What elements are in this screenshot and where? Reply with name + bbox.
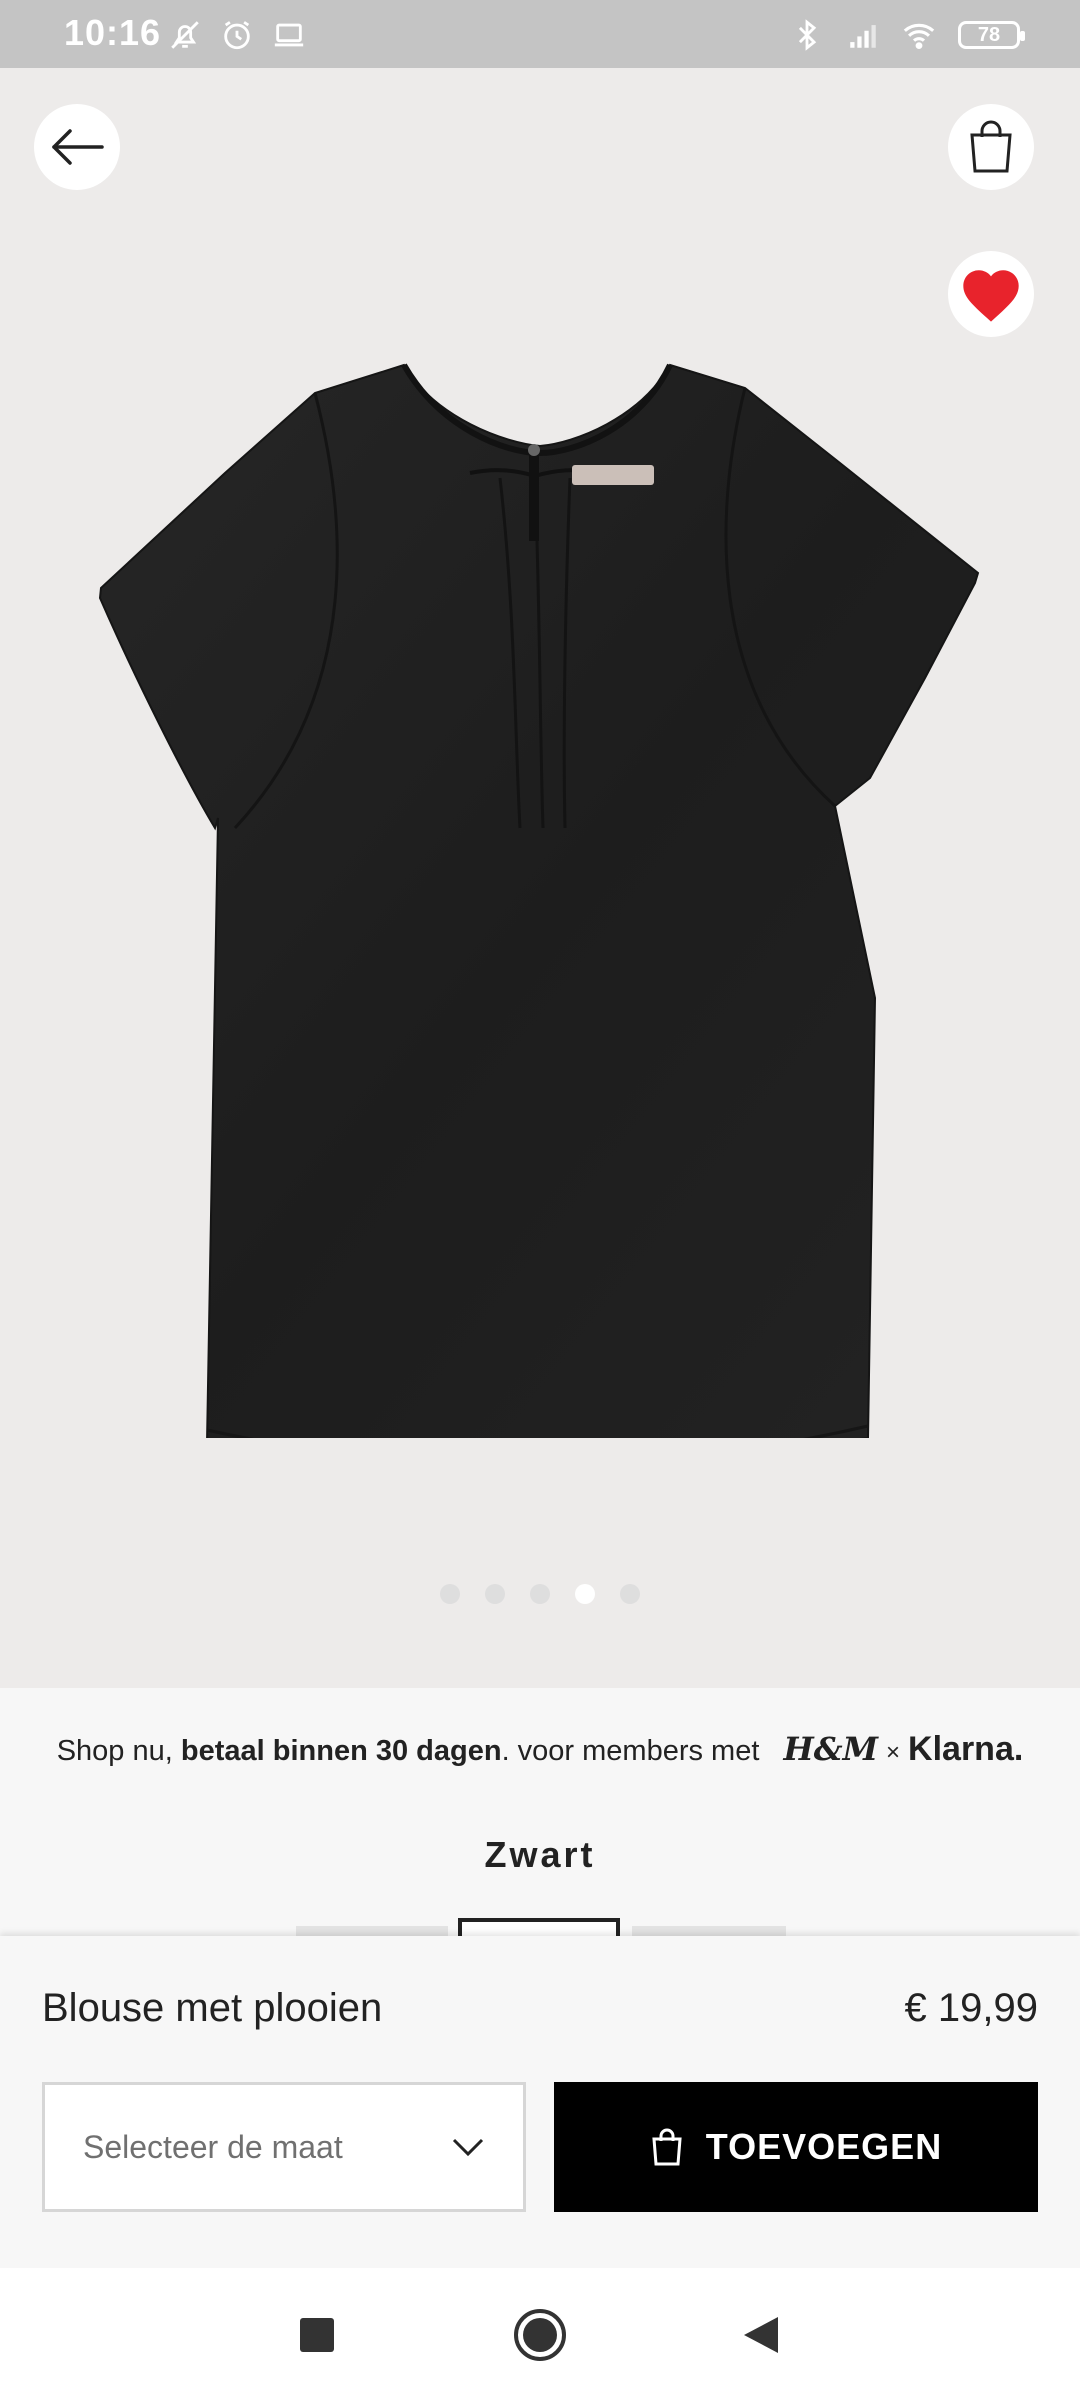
favorite-button[interactable] — [948, 251, 1034, 337]
laptop-icon — [274, 23, 304, 47]
klarna-promo-banner[interactable]: Shop nu, betaal binnen 30 dagen. voor me… — [0, 1730, 1080, 1769]
alarm-icon — [224, 21, 250, 50]
status-bar: 10:16 78 — [0, 0, 1080, 68]
battery-icon: 78 — [958, 21, 1025, 49]
size-select[interactable]: Selecteer de maat — [42, 2082, 526, 2212]
hm-logo: H&M — [783, 1730, 879, 1768]
bluetooth-icon — [798, 19, 817, 51]
shopping-bag-icon — [652, 2128, 682, 2166]
product-price: € 19,99 — [904, 1986, 1038, 2030]
size-select-placeholder: Selecteer de maat — [83, 2128, 343, 2165]
promo-bold: betaal binnen 30 dagen — [180, 1735, 502, 1767]
shopping-bag-icon — [970, 120, 1012, 173]
triangle-back-icon — [744, 2317, 778, 2353]
product-name: Blouse met plooien — [42, 1986, 383, 2030]
battery-level: 78 — [977, 23, 1001, 46]
promo-suffix: . voor members met — [501, 1735, 760, 1767]
blouse-product-image — [98, 363, 980, 1438]
status-time: 10:16 — [64, 12, 162, 53]
purchase-panel: Blouse met plooien € 19,99 Selecteer de … — [0, 1936, 1080, 2268]
carousel-dot[interactable] — [620, 1584, 640, 1604]
add-to-bag-label: TOEVOEGEN — [705, 2126, 943, 2167]
carousel-dot[interactable] — [440, 1584, 460, 1604]
back-button[interactable] — [34, 104, 120, 190]
add-to-bag-button[interactable]: TOEVOEGEN — [554, 2082, 1038, 2212]
status-left-icons — [168, 18, 306, 52]
product-image-carousel[interactable] — [0, 68, 1080, 1688]
home-button[interactable] — [513, 2308, 567, 2362]
color-swatch-selected[interactable] — [458, 1918, 620, 1938]
signal-icon — [850, 25, 876, 48]
home-circle-icon — [514, 2309, 566, 2361]
promo-times: × — [886, 1739, 901, 1766]
status-right-icons: 78 — [790, 18, 1025, 52]
klarna-logo: Klarna. — [908, 1730, 1024, 1768]
square-icon — [300, 2318, 334, 2352]
arrow-left-icon — [52, 129, 104, 165]
wifi-icon — [903, 23, 935, 50]
recents-button[interactable] — [290, 2308, 344, 2362]
chevron-down-icon — [452, 2138, 484, 2157]
carousel-indicators[interactable] — [0, 1584, 1080, 1604]
promo-prefix: Shop nu, — [56, 1735, 173, 1767]
mute-bell-icon — [171, 21, 199, 49]
carousel-dot-active[interactable] — [575, 1584, 595, 1604]
carousel-dot[interactable] — [485, 1584, 505, 1604]
navigation-bar — [0, 2268, 1080, 2400]
heart-icon — [963, 270, 1019, 322]
selected-color-name: Zwart — [484, 1834, 596, 1875]
shopping-bag-button[interactable] — [948, 104, 1034, 190]
color-swatches — [296, 1918, 786, 1938]
carousel-dot[interactable] — [530, 1584, 550, 1604]
back-nav-button[interactable] — [734, 2308, 788, 2362]
